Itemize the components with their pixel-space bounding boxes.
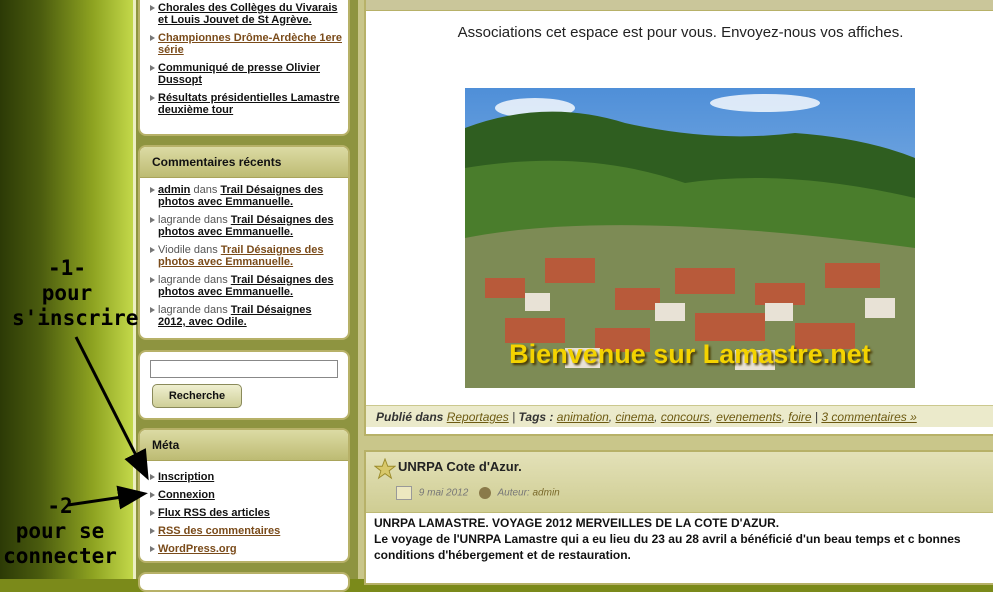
arrow-to-connexion — [67, 485, 148, 510]
post-welcome: Associations cet espace est pour vous. E… — [364, 0, 993, 436]
user-icon — [479, 487, 492, 499]
category-link[interactable]: Reportages — [447, 410, 509, 424]
post-footer: Publié dans Reportages | Tags : animatio… — [366, 405, 993, 427]
post-body: UNRPA LAMASTRE. VOYAGE 2012 MERVEILLES D… — [366, 513, 993, 563]
post-meta: 9 mai 2012 Auteur: admin — [396, 486, 560, 500]
post-header: UNRPA Cote d'Azur. 9 mai 2012 Auteur: ad… — [366, 452, 993, 513]
published-label: Publié dans — [376, 410, 447, 424]
post-excerpt: Le voyage de l'UNRPA Lamastre qui a eu l… — [374, 532, 961, 562]
author-label: Auteur: — [497, 487, 530, 499]
tag-link[interactable]: cinema — [615, 410, 654, 424]
arrow-to-inscription — [74, 336, 149, 481]
post-headline: UNRPA LAMASTRE. VOYAGE 2012 MERVEILLES D… — [374, 516, 780, 530]
post-date: 9 mai 2012 — [418, 487, 469, 499]
tag-separator: , — [654, 410, 661, 424]
tag-link[interactable]: animation — [557, 410, 609, 424]
comments-link[interactable]: 3 commentaires » — [821, 410, 916, 424]
lamastre-photo[interactable]: Bienvenue sur Lamastre.net — [465, 88, 915, 388]
photo-caption: Bienvenue sur Lamastre.net — [509, 339, 871, 369]
separator: | — [508, 410, 519, 424]
tag-link[interactable]: evenements — [716, 410, 781, 424]
star-icon — [374, 458, 396, 480]
post-unrpa: UNRPA Cote d'Azur. 9 mai 2012 Auteur: ad… — [364, 450, 993, 585]
tag-link[interactable]: concours — [661, 410, 710, 424]
announcement-text: Associations cet espace est pour vous. E… — [457, 24, 904, 41]
separator: | — [811, 410, 822, 424]
author-link[interactable]: admin — [533, 488, 560, 499]
tags-label: Tags : — [518, 410, 557, 424]
calendar-icon — [396, 486, 412, 500]
post-title-link[interactable]: UNRPA Cote d'Azur. — [398, 459, 522, 474]
tag-link[interactable]: foire — [788, 410, 811, 424]
post-meta-bar — [366, 0, 993, 11]
